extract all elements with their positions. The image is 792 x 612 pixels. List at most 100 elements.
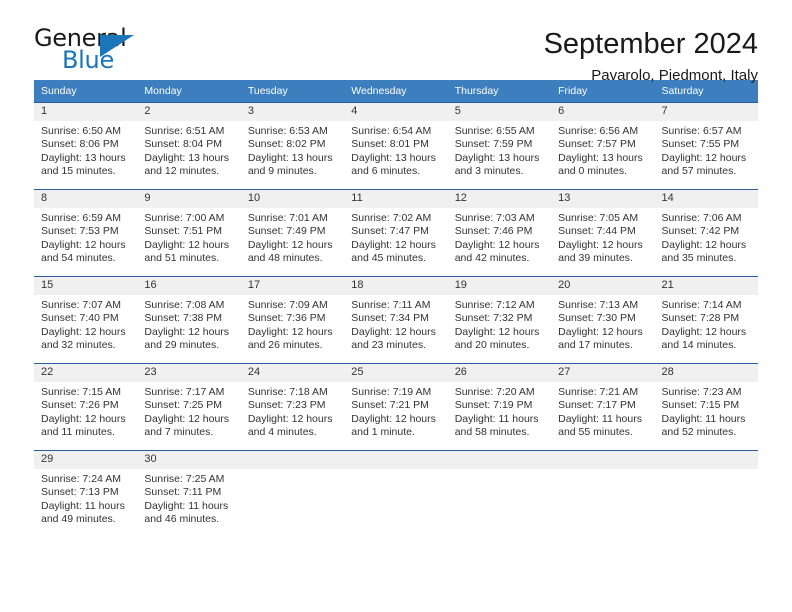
day-details: Sunrise: 6:59 AM Sunset: 7:53 PM Dayligh…	[34, 208, 137, 266]
day-details: Sunrise: 7:25 AM Sunset: 7:11 PM Dayligh…	[137, 469, 240, 527]
daylight-text-line2: and 52 minutes.	[661, 426, 737, 439]
day-cell[interactable]: 11 Sunrise: 7:02 AM Sunset: 7:47 PM Dayl…	[344, 189, 448, 277]
day-cell[interactable]: 28 Sunrise: 7:23 AM Sunset: 7:15 PM Dayl…	[654, 363, 758, 451]
sunset-text: Sunset: 8:01 PM	[351, 138, 429, 151]
generalblue-logo[interactable]: General Blue	[34, 26, 156, 78]
daylight-text-line1: Daylight: 12 hours	[247, 325, 333, 338]
sunrise-text: Sunrise: 7:25 AM	[144, 473, 225, 485]
day-cell[interactable]: 16 Sunrise: 7:08 AM Sunset: 7:38 PM Dayl…	[137, 276, 241, 364]
day-cell[interactable]: 27 Sunrise: 7:21 AM Sunset: 7:17 PM Dayl…	[551, 363, 655, 451]
sunset-text: Sunset: 7:47 PM	[351, 225, 429, 238]
sunrise-text: Sunrise: 6:55 AM	[454, 125, 535, 137]
daylight-text-line1: Daylight: 13 hours	[247, 151, 333, 164]
day-details: Sunrise: 6:57 AM Sunset: 7:55 PM Dayligh…	[655, 121, 758, 179]
daylight-text-line1: Daylight: 12 hours	[351, 238, 436, 251]
day-cell[interactable]: 7 Sunrise: 6:57 AM Sunset: 7:55 PM Dayli…	[654, 102, 758, 190]
sunset-text: Sunset: 7:28 PM	[661, 312, 740, 325]
sunset-text: Sunset: 7:25 PM	[144, 399, 223, 412]
day-cell-empty	[551, 450, 655, 539]
day-details: Sunrise: 7:18 AM Sunset: 7:23 PM Dayligh…	[241, 382, 344, 440]
daylight-text-line1: Daylight: 12 hours	[247, 238, 333, 251]
daylight-text-line2: and 7 minutes.	[144, 426, 214, 439]
day-cell[interactable]: 26 Sunrise: 7:20 AM Sunset: 7:19 PM Dayl…	[447, 363, 552, 451]
sunset-text: Sunset: 7:59 PM	[454, 138, 533, 151]
sunrise-text: Sunrise: 6:54 AM	[351, 125, 432, 137]
day-cell[interactable]: 21 Sunrise: 7:14 AM Sunset: 7:28 PM Dayl…	[654, 276, 758, 364]
day-number: 15	[34, 277, 138, 295]
day-cell[interactable]: 5 Sunrise: 6:55 AM Sunset: 7:59 PM Dayli…	[447, 102, 552, 190]
page-title: September 2024	[543, 28, 758, 60]
day-details: Sunrise: 6:50 AM Sunset: 8:06 PM Dayligh…	[34, 121, 137, 179]
day-number	[240, 451, 345, 469]
day-cell[interactable]: 18 Sunrise: 7:11 AM Sunset: 7:34 PM Dayl…	[344, 276, 448, 364]
sunset-text: Sunset: 7:49 PM	[247, 225, 326, 238]
day-cell[interactable]: 10 Sunrise: 7:01 AM Sunset: 7:49 PM Dayl…	[240, 189, 345, 277]
day-details: Sunrise: 7:01 AM Sunset: 7:49 PM Dayligh…	[241, 208, 344, 266]
day-details: Sunrise: 7:20 AM Sunset: 7:19 PM Dayligh…	[448, 382, 551, 440]
sunrise-text: Sunrise: 7:05 AM	[558, 212, 639, 224]
daylight-text-line2: and 3 minutes.	[454, 165, 524, 178]
day-number: 1	[34, 103, 138, 121]
day-cell[interactable]: 14 Sunrise: 7:06 AM Sunset: 7:42 PM Dayl…	[654, 189, 758, 277]
daylight-text-line2: and 17 minutes.	[558, 339, 633, 352]
daylight-text-line1: Daylight: 11 hours	[558, 412, 642, 425]
daylight-text-line1: Daylight: 12 hours	[144, 238, 230, 251]
day-details: Sunrise: 6:54 AM Sunset: 8:01 PM Dayligh…	[344, 121, 447, 179]
day-cell[interactable]: 23 Sunrise: 7:17 AM Sunset: 7:25 PM Dayl…	[137, 363, 241, 451]
weekday-header-monday: Monday	[137, 80, 241, 103]
weekday-header-tuesday: Tuesday	[240, 80, 345, 103]
daylight-text-line1: Daylight: 11 hours	[41, 499, 125, 512]
day-cell[interactable]: 19 Sunrise: 7:12 AM Sunset: 7:32 PM Dayl…	[447, 276, 552, 364]
calendar-page: General Blue September 2024 Pavarolo, Pi…	[0, 0, 792, 612]
day-details: Sunrise: 7:24 AM Sunset: 7:13 PM Dayligh…	[34, 469, 137, 527]
day-cell[interactable]: 20 Sunrise: 7:13 AM Sunset: 7:30 PM Dayl…	[551, 276, 655, 364]
day-details: Sunrise: 7:05 AM Sunset: 7:44 PM Dayligh…	[551, 208, 654, 266]
day-cell[interactable]: 3 Sunrise: 6:53 AM Sunset: 8:02 PM Dayli…	[240, 102, 345, 190]
day-cell[interactable]: 15 Sunrise: 7:07 AM Sunset: 7:40 PM Dayl…	[34, 276, 138, 364]
day-cell[interactable]: 4 Sunrise: 6:54 AM Sunset: 8:01 PM Dayli…	[344, 102, 448, 190]
daylight-text-line1: Daylight: 12 hours	[661, 151, 747, 164]
daylight-text-line1: Daylight: 12 hours	[454, 238, 540, 251]
sunrise-text: Sunrise: 7:03 AM	[454, 212, 535, 224]
daylight-text-line1: Daylight: 12 hours	[41, 238, 126, 251]
day-details: Sunrise: 7:02 AM Sunset: 7:47 PM Dayligh…	[344, 208, 447, 266]
day-cell[interactable]: 13 Sunrise: 7:05 AM Sunset: 7:44 PM Dayl…	[551, 189, 655, 277]
day-number: 12	[447, 190, 552, 208]
sunset-text: Sunset: 7:40 PM	[41, 312, 119, 325]
day-cell[interactable]: 1 Sunrise: 6:50 AM Sunset: 8:06 PM Dayli…	[34, 102, 138, 190]
day-cell[interactable]: 24 Sunrise: 7:18 AM Sunset: 7:23 PM Dayl…	[240, 363, 345, 451]
day-number: 27	[551, 364, 655, 382]
sunrise-text: Sunrise: 7:09 AM	[247, 299, 328, 311]
sunset-text: Sunset: 7:55 PM	[661, 138, 740, 151]
daylight-text-line1: Daylight: 12 hours	[144, 412, 230, 425]
daylight-text-line1: Daylight: 12 hours	[558, 238, 643, 251]
day-cell[interactable]: 8 Sunrise: 6:59 AM Sunset: 7:53 PM Dayli…	[34, 189, 138, 277]
day-cell[interactable]: 6 Sunrise: 6:56 AM Sunset: 7:57 PM Dayli…	[551, 102, 655, 190]
sunrise-text: Sunrise: 7:18 AM	[247, 386, 328, 398]
weekday-header-wednesday: Wednesday	[344, 80, 448, 103]
sunset-text: Sunset: 7:32 PM	[454, 312, 533, 325]
daylight-text-line2: and 42 minutes.	[454, 252, 530, 265]
day-number: 9	[137, 190, 241, 208]
sunrise-text: Sunrise: 7:01 AM	[247, 212, 328, 224]
weekday-header-sunday: Sunday	[34, 80, 138, 103]
day-cell[interactable]: 2 Sunrise: 6:51 AM Sunset: 8:04 PM Dayli…	[137, 102, 241, 190]
day-number: 22	[34, 364, 138, 382]
daylight-text-line1: Daylight: 13 hours	[144, 151, 230, 164]
day-cell[interactable]: 17 Sunrise: 7:09 AM Sunset: 7:36 PM Dayl…	[240, 276, 345, 364]
day-cell[interactable]: 29 Sunrise: 7:24 AM Sunset: 7:13 PM Dayl…	[34, 450, 138, 539]
daylight-text-line2: and 6 minutes.	[351, 165, 421, 178]
day-cell[interactable]: 12 Sunrise: 7:03 AM Sunset: 7:46 PM Dayl…	[447, 189, 552, 277]
day-cell[interactable]: 30 Sunrise: 7:25 AM Sunset: 7:11 PM Dayl…	[137, 450, 241, 539]
sunrise-text: Sunrise: 6:51 AM	[144, 125, 225, 137]
sunset-text: Sunset: 7:15 PM	[661, 399, 740, 412]
day-cell[interactable]: 22 Sunrise: 7:15 AM Sunset: 7:26 PM Dayl…	[34, 363, 138, 451]
calendar-body: 1 Sunrise: 6:50 AM Sunset: 8:06 PM Dayli…	[34, 102, 758, 539]
sunset-text: Sunset: 7:13 PM	[41, 486, 119, 499]
day-cell[interactable]: 25 Sunrise: 7:19 AM Sunset: 7:21 PM Dayl…	[344, 363, 448, 451]
sunset-text: Sunset: 7:34 PM	[351, 312, 429, 325]
day-details: Sunrise: 6:51 AM Sunset: 8:04 PM Dayligh…	[137, 121, 240, 179]
sunrise-text: Sunrise: 7:23 AM	[661, 386, 742, 398]
sunrise-text: Sunrise: 7:14 AM	[661, 299, 742, 311]
day-cell[interactable]: 9 Sunrise: 7:00 AM Sunset: 7:51 PM Dayli…	[137, 189, 241, 277]
